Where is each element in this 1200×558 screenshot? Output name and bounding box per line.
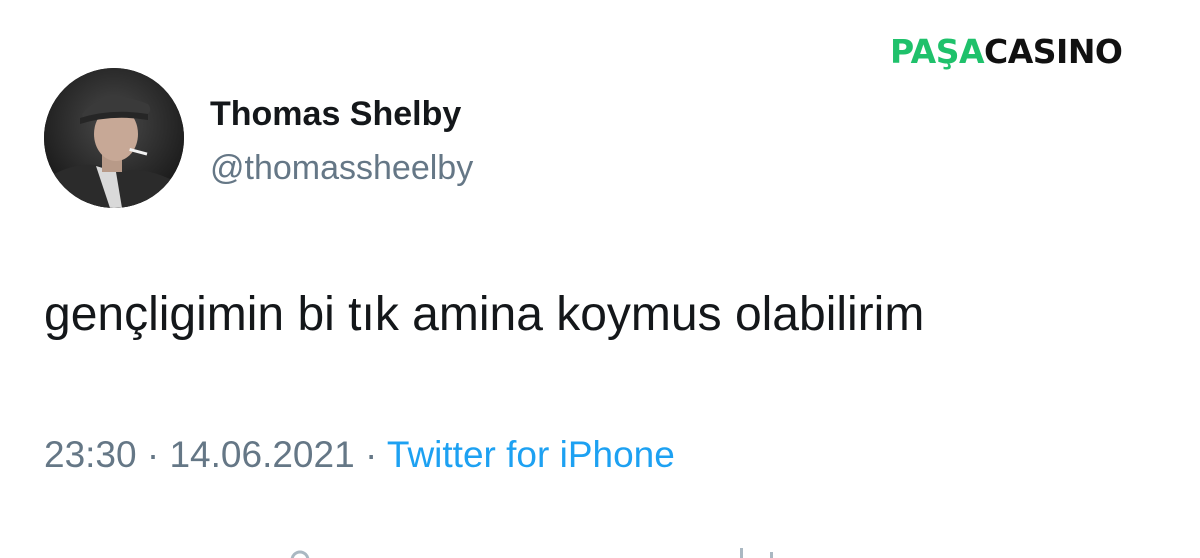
user-handle[interactable]: @thomassheelby <box>210 148 473 188</box>
tweet-text: gençligimin bi tık amina koymus olabilir… <box>44 288 925 341</box>
action-bar-partial <box>290 548 773 558</box>
meta-separator: · <box>364 434 378 475</box>
avatar[interactable] <box>44 68 184 208</box>
tweet-source-link[interactable]: Twitter for iPhone <box>387 434 675 475</box>
tweet-time[interactable]: 23:30 <box>44 434 137 475</box>
display-name[interactable]: Thomas Shelby <box>210 94 461 134</box>
profile-photo-icon <box>44 68 184 208</box>
meta-separator: · <box>146 434 160 475</box>
tweet-meta: 23:30 · 14.06.2021 · Twitter for iPhone <box>44 432 675 478</box>
tweet-date[interactable]: 14.06.2021 <box>169 434 354 475</box>
watermark-logo: PAŞACASINO <box>890 32 1123 72</box>
watermark-part-1: PAŞA <box>890 32 985 71</box>
watermark-part-2: CASINO <box>984 32 1123 71</box>
